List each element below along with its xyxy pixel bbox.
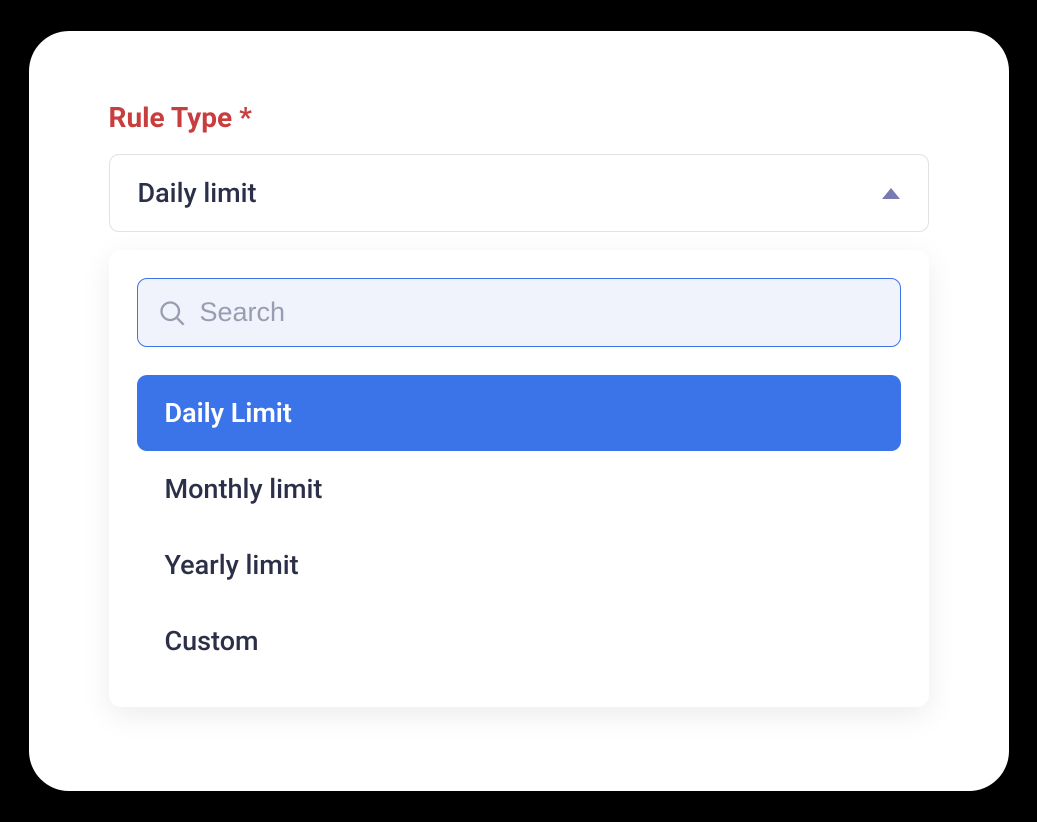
- option-yearly-limit[interactable]: Yearly limit: [137, 527, 901, 603]
- option-daily-limit[interactable]: Daily Limit: [137, 375, 901, 451]
- rule-type-select[interactable]: Daily limit: [109, 154, 929, 232]
- form-card: Rule Type * Daily limit Daily Limit Mont…: [29, 31, 1009, 791]
- option-monthly-limit[interactable]: Monthly limit: [137, 451, 901, 527]
- options-list: Daily Limit Monthly limit Yearly limit C…: [137, 375, 901, 679]
- rule-type-label: Rule Type *: [109, 101, 929, 134]
- option-custom[interactable]: Custom: [137, 603, 901, 679]
- search-icon: [158, 299, 186, 327]
- select-value: Daily limit: [138, 177, 257, 209]
- search-input[interactable]: [200, 297, 880, 328]
- search-wrap[interactable]: [137, 278, 901, 347]
- dropdown-panel: Daily Limit Monthly limit Yearly limit C…: [109, 250, 929, 707]
- caret-up-icon: [882, 188, 900, 199]
